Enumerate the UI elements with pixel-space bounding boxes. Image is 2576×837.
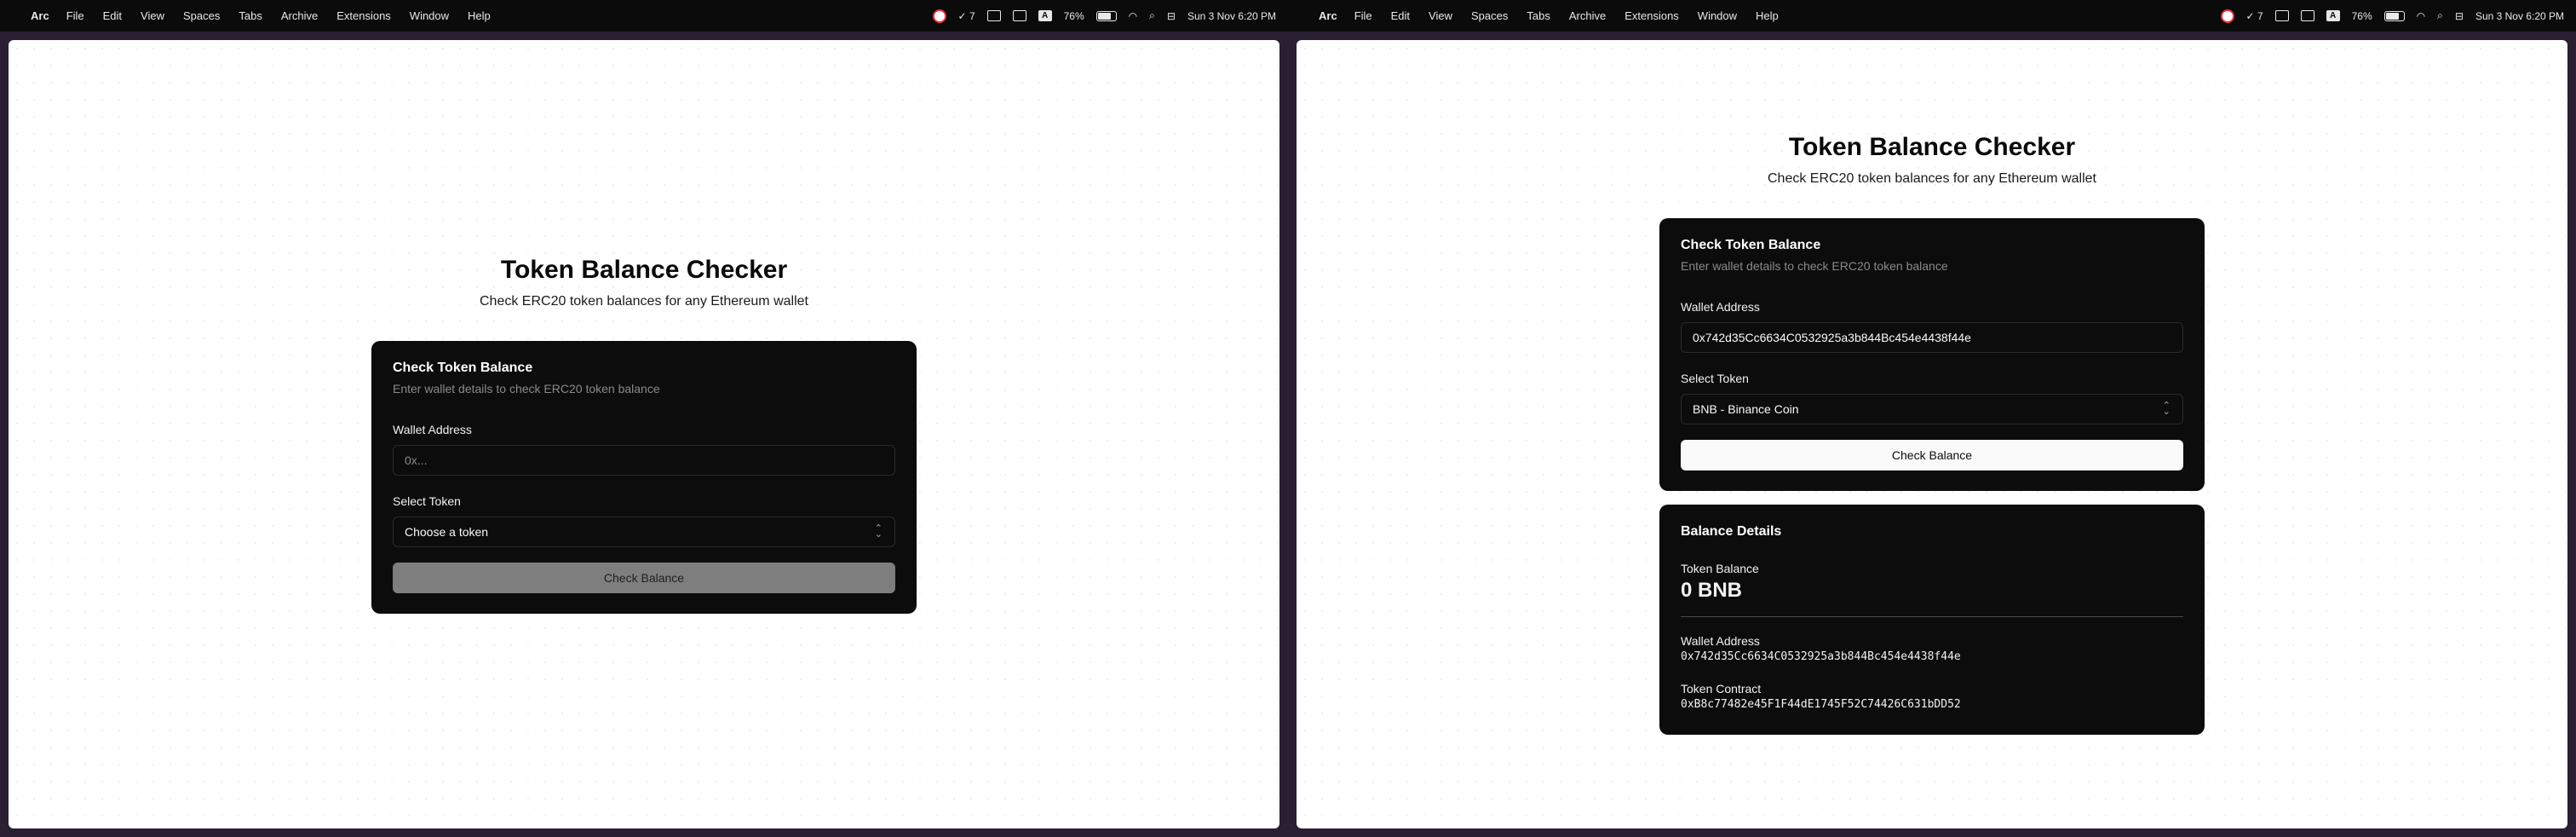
check-balance-button[interactable]: Check Balance — [393, 563, 895, 593]
wallet-address-input[interactable]: 0x... — [393, 445, 895, 476]
menu-archive[interactable]: Archive — [1569, 9, 1606, 22]
menu-window[interactable]: Window — [1698, 9, 1737, 22]
chevron-up-down-icon: ⌃ ⌄ — [874, 523, 883, 540]
battery-percent: 76% — [2351, 9, 2372, 22]
token-select-value: BNB - Binance Coin — [1693, 402, 1799, 416]
wallet-address-label: Wallet Address — [1681, 300, 1760, 314]
text-input-icon[interactable]: A — [2326, 9, 2340, 24]
divider — [1681, 616, 2183, 617]
battery-icon[interactable] — [1095, 9, 1117, 24]
keyboard-icon[interactable] — [2274, 9, 2289, 24]
card-description: Enter wallet details to check ERC20 toke… — [1681, 259, 1948, 273]
display-icon[interactable] — [2300, 9, 2314, 24]
check-balance-card: Check Token Balance Enter wallet details… — [1659, 218, 2205, 491]
balance-wallet-value: 0x742d35Cc6634C0532925a3b844Bc454e4438f4… — [1681, 650, 1961, 663]
datetime[interactable]: Sun 3 Nov 6:20 PM — [2475, 9, 2564, 24]
menu-file[interactable]: File — [1354, 9, 1372, 22]
token-balance-value: 0 BNB — [1681, 579, 1743, 602]
page-subtitle: Check ERC20 token balances for any Ether… — [480, 294, 808, 309]
menu-bar: Arc File Edit View Spaces Tabs Archive E… — [0, 0, 1288, 32]
select-token-label: Select Token — [1681, 372, 1749, 385]
datetime[interactable]: Sun 3 Nov 6:20 PM — [1187, 9, 1276, 24]
menu-window[interactable]: Window — [410, 9, 449, 22]
tasks-check-icon[interactable]: ✓ 7 — [958, 9, 975, 24]
menu-bar: Arc File Edit View Spaces Tabs Archive E… — [1288, 0, 2576, 32]
menu-view[interactable]: View — [141, 9, 164, 22]
menu-archive[interactable]: Archive — [281, 9, 318, 22]
balance-wallet-label: Wallet Address — [1681, 634, 1760, 648]
menu-extensions[interactable]: Extensions — [1624, 9, 1679, 22]
menu-tabs[interactable]: Tabs — [1527, 9, 1550, 22]
browser-window: Token Balance Checker Check ERC20 token … — [1297, 40, 2567, 828]
control-center-icon[interactable]: ⊟ — [2455, 9, 2464, 24]
token-contract-label: Token Contract — [1681, 682, 1762, 696]
menu-help[interactable]: Help — [468, 9, 491, 22]
token-contract-value: 0xB8c77482e45F1F44dE1745F52C74426C631bDD… — [1681, 698, 1961, 711]
menu-tabs[interactable]: Tabs — [239, 9, 262, 22]
keyboard-icon[interactable] — [986, 9, 1001, 24]
battery-percent: 76% — [1063, 9, 1084, 22]
menu-file[interactable]: File — [66, 9, 84, 22]
card-title: Check Token Balance — [1681, 238, 1821, 252]
wallet-address-label: Wallet Address — [393, 423, 472, 436]
menu-edit[interactable]: Edit — [1391, 9, 1410, 22]
check-balance-button[interactable]: Check Balance — [1681, 440, 2183, 470]
wifi-icon[interactable]: ◠ — [2417, 9, 2425, 24]
balance-details-card: Balance Details Token Balance 0 BNB Wall… — [1659, 505, 2205, 735]
menu-view[interactable]: View — [1429, 9, 1452, 22]
token-balance-label: Token Balance — [1681, 562, 1759, 575]
display-icon[interactable] — [1012, 9, 1026, 24]
balance-details-title: Balance Details — [1681, 524, 1782, 539]
token-select[interactable]: BNB - Binance Coin ⌃ ⌄ — [1681, 394, 2183, 424]
check-balance-card: Check Token Balance Enter wallet details… — [371, 341, 917, 614]
card-description: Enter wallet details to check ERC20 toke… — [393, 382, 660, 395]
status-area: ✓ 7 A 76% ◠ ⌕ ⊟ Sun 3 Nov 6:20 PM — [2220, 0, 2564, 32]
left-screen: Arc File Edit View Spaces Tabs Archive E… — [0, 0, 1288, 837]
tasks-check-icon[interactable]: ✓ 7 — [2246, 9, 2263, 24]
wallet-address-input[interactable]: 0x742d35Cc6634C0532925a3b844Bc454e4438f4… — [1681, 322, 2183, 353]
page-title: Token Balance Checker — [500, 256, 788, 284]
menu-help[interactable]: Help — [1756, 9, 1779, 22]
card-title: Check Token Balance — [393, 361, 533, 375]
wifi-icon[interactable]: ◠ — [1129, 9, 1137, 24]
menu-extensions[interactable]: Extensions — [336, 9, 391, 22]
status-area: ✓ 7 A 76% ◠ ⌕ ⊟ Sun 3 Nov 6:20 PM — [932, 0, 1276, 32]
select-token-label: Select Token — [393, 494, 461, 508]
menu-edit[interactable]: Edit — [103, 9, 122, 22]
menu-app-name[interactable]: Arc — [1319, 9, 1337, 22]
token-select-value: Choose a token — [405, 525, 489, 539]
token-select[interactable]: Choose a token ⌃ ⌄ — [393, 517, 895, 547]
screen-record-icon[interactable] — [2220, 9, 2234, 24]
browser-window: Token Balance Checker Check ERC20 token … — [9, 40, 1279, 828]
control-center-icon[interactable]: ⊟ — [1167, 9, 1176, 24]
menu-app-name[interactable]: Arc — [31, 9, 49, 22]
menu-spaces[interactable]: Spaces — [1471, 9, 1508, 22]
search-icon[interactable]: ⌕ — [1149, 9, 1155, 24]
search-icon[interactable]: ⌕ — [2437, 9, 2443, 24]
chevron-up-down-icon: ⌃ ⌄ — [2162, 401, 2171, 417]
page-subtitle: Check ERC20 token balances for any Ether… — [1768, 171, 2096, 186]
menu-spaces[interactable]: Spaces — [183, 9, 220, 22]
page-title: Token Balance Checker — [1788, 133, 2076, 161]
right-screen: Arc File Edit View Spaces Tabs Archive E… — [1288, 0, 2576, 837]
battery-icon[interactable] — [2383, 9, 2405, 24]
text-input-icon[interactable]: A — [1038, 9, 1052, 24]
screen-record-icon[interactable] — [932, 9, 946, 24]
